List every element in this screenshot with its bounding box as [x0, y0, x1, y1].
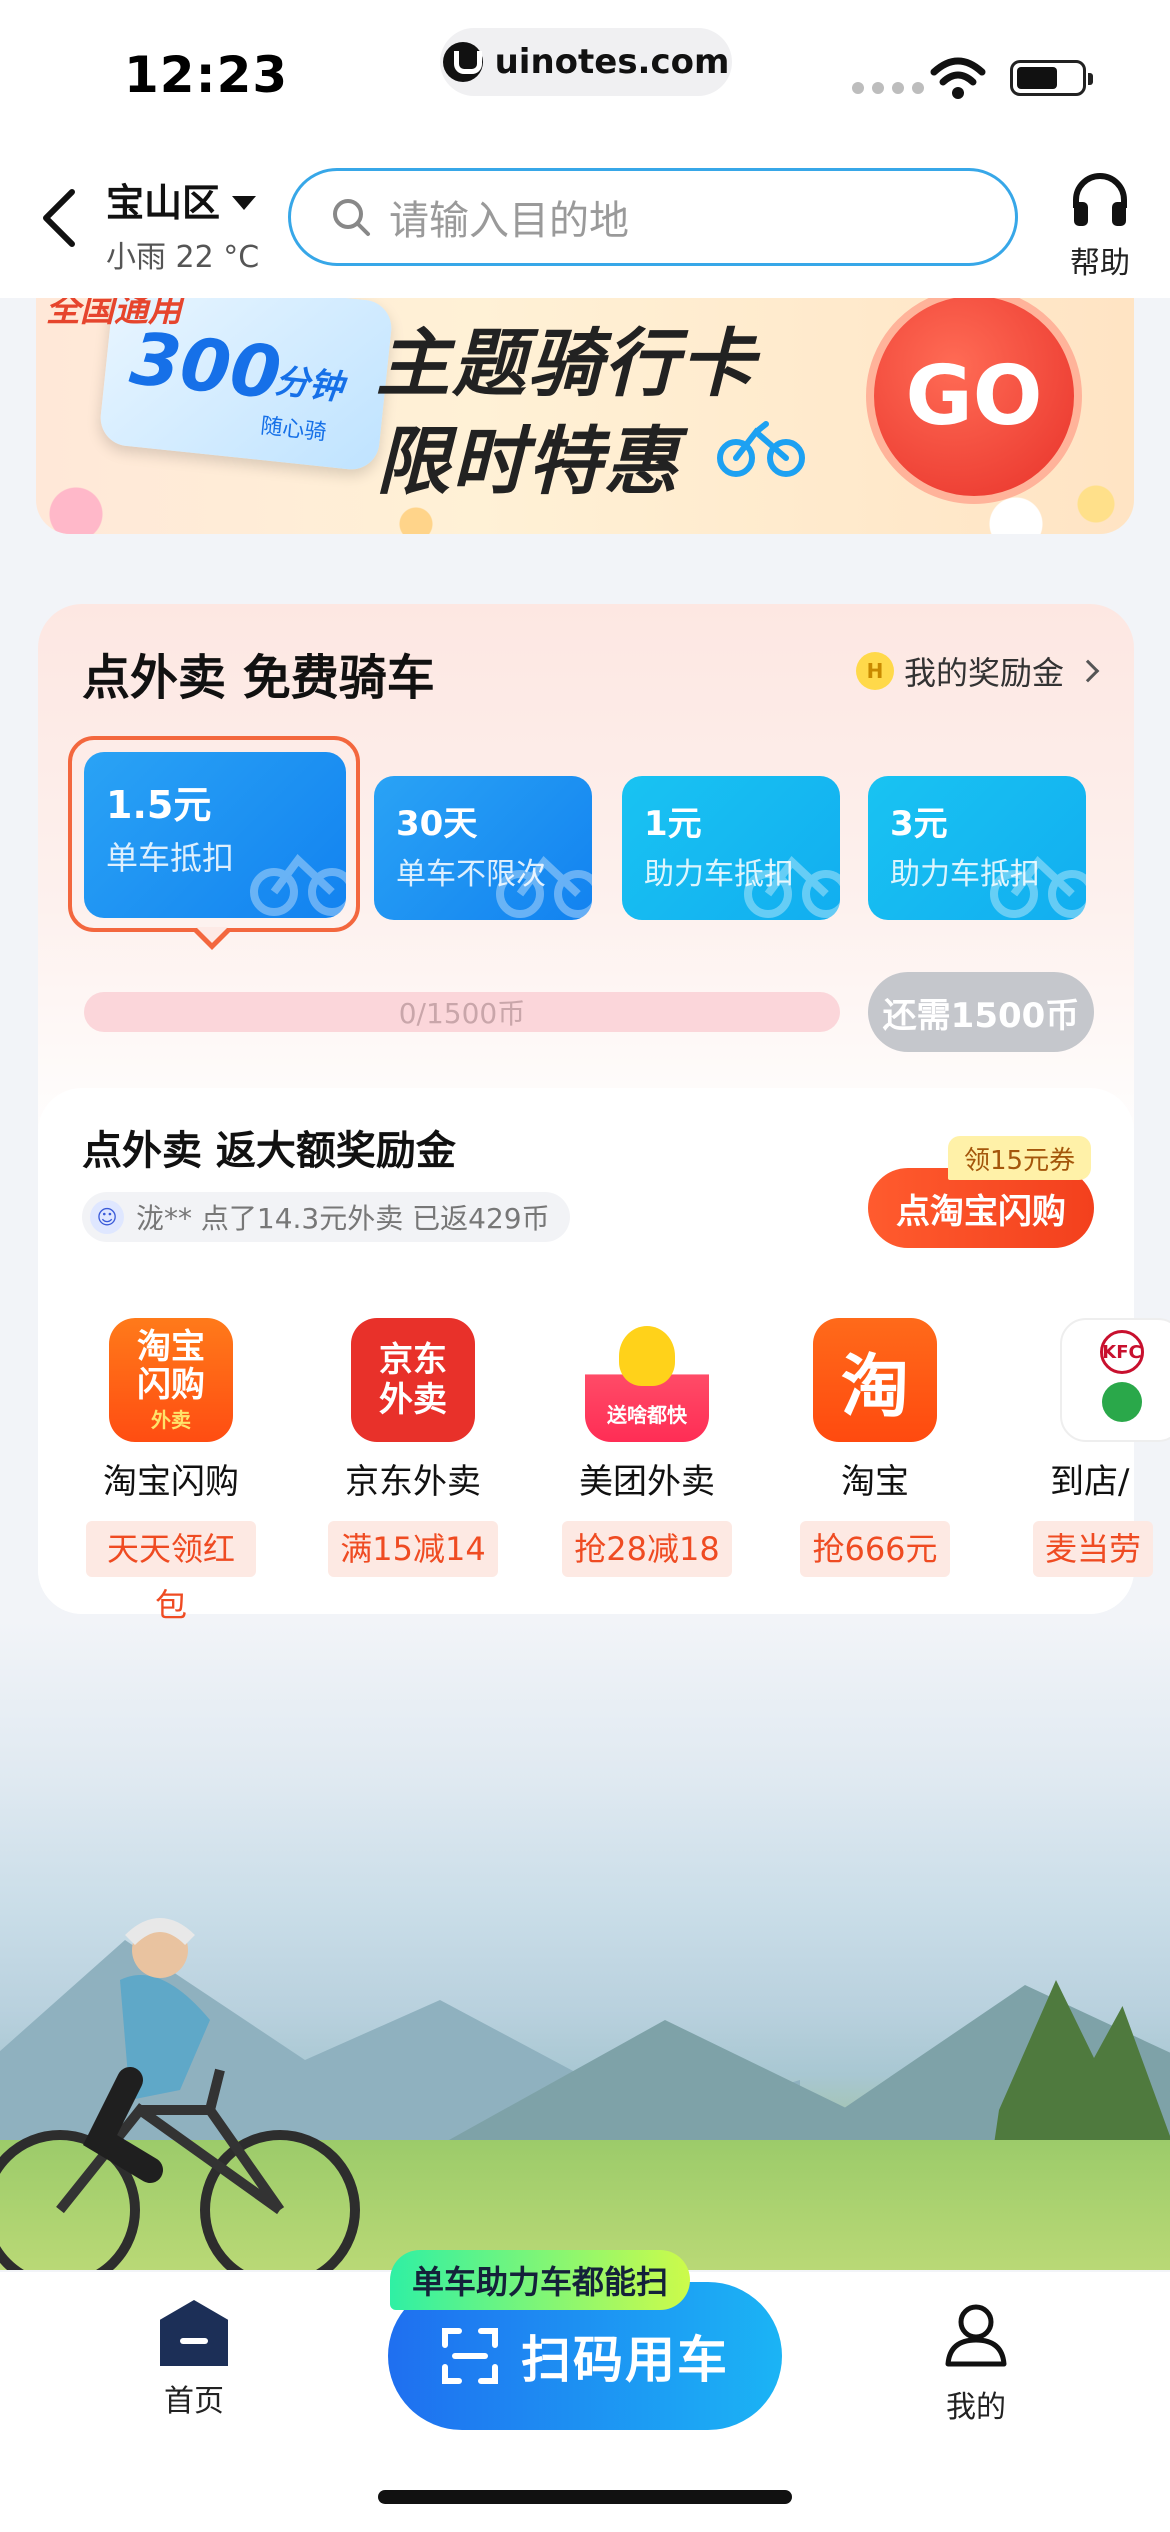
- bike-watermark-icon: [250, 854, 346, 916]
- go-label: GO: [905, 348, 1043, 444]
- reward-tile-1[interactable]: 1.5元 单车抵扣: [84, 752, 346, 918]
- reward-link-label: 我的奖励金: [904, 654, 1065, 692]
- coupon-badge: 领15元券: [948, 1136, 1092, 1180]
- search-input[interactable]: 请输入目的地: [288, 168, 1018, 266]
- my-reward-link[interactable]: H 我的奖励金: [856, 648, 1100, 694]
- url-text: uinotes.com: [494, 42, 730, 82]
- tile-value: 30天: [396, 804, 478, 844]
- app-name: 淘宝: [841, 1462, 909, 1502]
- tile-value: 1元: [644, 804, 702, 844]
- tab-me[interactable]: 我的: [896, 2300, 1056, 2426]
- reward-tile-3[interactable]: 1元 助力车抵扣: [622, 776, 840, 920]
- headset-icon: [1073, 173, 1127, 226]
- card-minutes: 300: [126, 316, 285, 416]
- banner-subtitle: 限时特惠: [376, 419, 680, 505]
- url-pill[interactable]: uinotes.com: [440, 28, 732, 96]
- taobao-flash-button[interactable]: 点淘宝闪购: [868, 1168, 1094, 1248]
- tile-value: 3元: [890, 804, 948, 844]
- wifi-icon: [930, 57, 986, 99]
- reward-tile-2[interactable]: 30天 单车不限次: [374, 776, 592, 920]
- bike-icon: [717, 421, 805, 477]
- search-icon: [333, 199, 370, 236]
- home-icon: [160, 2300, 228, 2366]
- app-name: 到店∕: [1050, 1462, 1130, 1502]
- takeout-title: 点外卖 返大额奖励金: [82, 1128, 456, 1174]
- app-tag: 麦当劳: [1032, 1521, 1153, 1577]
- feed-text: 泷** 点了14.3元外卖 已返429币: [136, 1202, 550, 1235]
- scan-icon: [442, 2328, 498, 2384]
- cyclist-illustration: [0, 1918, 360, 2270]
- bike-watermark-icon: [744, 856, 840, 918]
- coin-progress-bar: 0/1500币: [84, 992, 840, 1032]
- scan-hint-badge: 单车助力车都能扫: [390, 2250, 691, 2310]
- app-name: 淘宝闪购: [103, 1462, 239, 1502]
- app-tag: 抢666元: [800, 1521, 950, 1577]
- app-in-store[interactable]: KFC 到店∕ 麦当劳: [1010, 1318, 1170, 1577]
- home-indicator: [378, 2490, 792, 2504]
- status-time: 12:23: [124, 46, 289, 104]
- back-arrow-icon[interactable]: [38, 188, 82, 248]
- weather-text: 小雨 22 °C: [106, 240, 260, 275]
- cta-label: 点淘宝闪购: [896, 1191, 1066, 1232]
- app-tag: 抢28减18: [562, 1521, 732, 1577]
- scan-label: 扫码用车: [521, 2331, 729, 2389]
- progress-text: 0/1500币: [398, 997, 526, 1030]
- scan-hint-label: 单车助力车都能扫: [412, 2263, 669, 2301]
- taobao-icon: 淘: [813, 1318, 937, 1442]
- city-selector[interactable]: 宝山区: [106, 172, 220, 227]
- tile-value: 1.5元: [106, 783, 212, 827]
- app-taobao[interactable]: 淘 淘宝 抢666元: [790, 1318, 960, 1577]
- activity-feed: ☺ 泷** 点了14.3元外卖 已返429币: [82, 1192, 570, 1242]
- bike-watermark-icon: [496, 856, 592, 918]
- app-meituan-takeout[interactable]: 送啥都快 美团外卖 抢28减18: [562, 1318, 732, 1577]
- promo-banner[interactable]: 300 分钟 随心骑 全国通用 主题骑行卡 限时特惠 GO: [36, 298, 1134, 534]
- app-name: 京东外卖: [345, 1462, 481, 1502]
- tab-home[interactable]: 首页: [114, 2300, 274, 2420]
- user-avatar-icon: ☺: [90, 1200, 124, 1234]
- card-unit: 分钟: [273, 361, 346, 409]
- app-taobao-flash[interactable]: 淘宝 闪购 外卖 淘宝闪购 天天领红包: [86, 1318, 256, 1624]
- need-coins-label: 还需1500币: [882, 995, 1080, 1036]
- tab-me-label: 我的: [946, 2390, 1006, 2425]
- battery-icon: [1010, 60, 1093, 96]
- reward-card-title: 点外卖 免费骑车: [82, 650, 435, 706]
- help-button[interactable]: 帮助: [1060, 168, 1140, 282]
- chevron-right-icon: [1076, 659, 1100, 683]
- reward-tile-4[interactable]: 3元 助力车抵扣: [868, 776, 1086, 920]
- landscape-illustration: [0, 1620, 1170, 2270]
- coin-icon: H: [856, 652, 894, 690]
- tab-home-label: 首页: [164, 2384, 224, 2419]
- banner-title: 主题骑行卡: [376, 321, 756, 407]
- card-sub: 随心骑: [259, 413, 328, 446]
- kfc-icon: KFC: [1060, 1318, 1170, 1442]
- search-placeholder: 请输入目的地: [389, 198, 629, 244]
- app-name: 美团外卖: [579, 1462, 715, 1502]
- banner-badge: 全国通用: [46, 298, 182, 330]
- meituan-takeout-icon: 送啥都快: [585, 1318, 709, 1442]
- app-jd-takeout[interactable]: 京东 外卖 京东外卖 满15减14: [328, 1318, 498, 1577]
- signal-dots-icon: [852, 82, 924, 94]
- app-tag: 满15减14: [328, 1521, 498, 1577]
- app-tag: 天天领红包: [86, 1521, 256, 1624]
- caret-down-icon[interactable]: [232, 196, 256, 210]
- need-coins-button[interactable]: 还需1500币: [868, 972, 1094, 1052]
- user-profile-icon: [945, 2304, 1007, 2367]
- coupon-label: 领15元券: [964, 1145, 1076, 1176]
- help-label: 帮助: [1070, 246, 1130, 281]
- site-logo-icon: [442, 42, 483, 82]
- go-button[interactable]: GO: [866, 298, 1082, 504]
- bike-watermark-icon: [990, 856, 1086, 918]
- taobao-flash-icon: 淘宝 闪购 外卖: [109, 1318, 233, 1442]
- jd-takeout-icon: 京东 外卖: [351, 1318, 475, 1442]
